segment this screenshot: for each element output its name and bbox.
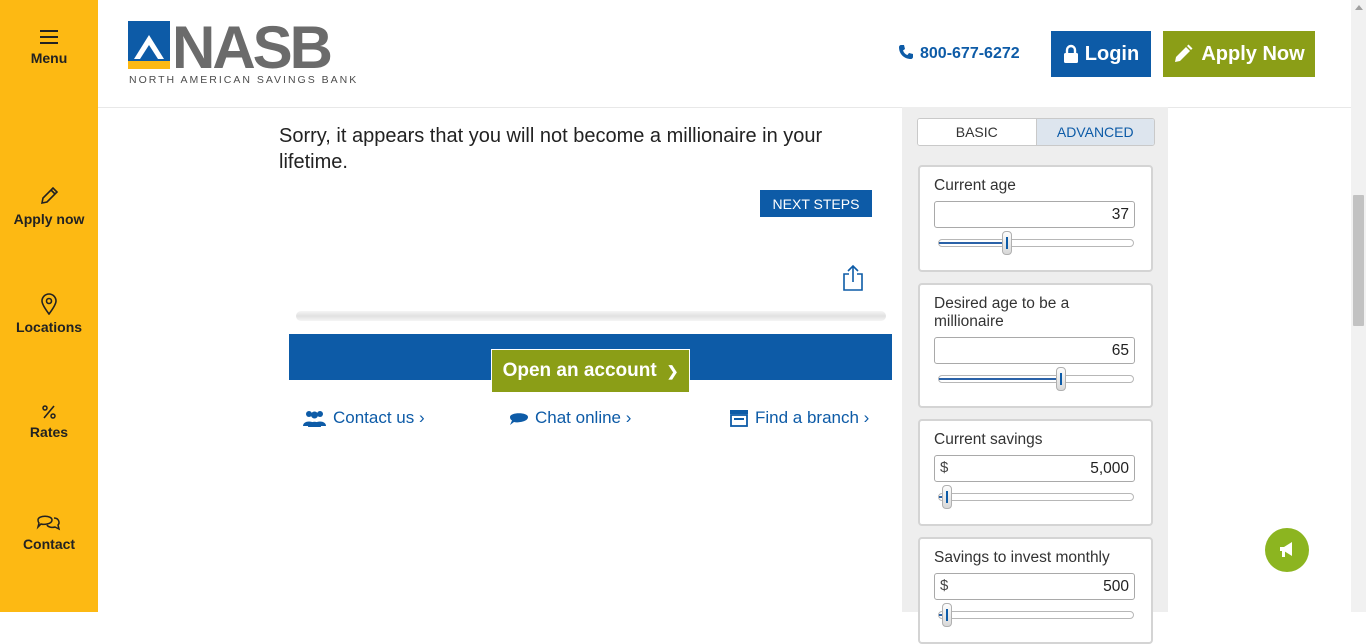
divider (296, 311, 886, 321)
apply-now-button[interactable]: Apply Now (1163, 31, 1315, 77)
field-value: 500 (1103, 578, 1129, 595)
current-savings-input[interactable]: $ 5,000 (934, 455, 1135, 482)
scrollbar-thumb[interactable] (1353, 195, 1364, 326)
result-message: Sorry, it appears that you will not beco… (279, 125, 823, 173)
tab-basic[interactable]: BASIC (918, 119, 1036, 145)
field-value: 5,000 (1090, 460, 1129, 477)
open-account-button[interactable]: Open an account ❯ (491, 349, 690, 393)
login-button[interactable]: Login (1051, 31, 1151, 77)
lock-icon (1063, 44, 1078, 63)
current-age-input[interactable]: 37 (934, 201, 1135, 228)
scroll-up-arrow-icon[interactable] (1355, 5, 1363, 10)
pencil-icon (1175, 44, 1193, 62)
sidebar-item-label: Locations (15, 319, 83, 335)
people-icon (303, 411, 326, 427)
field-value: 65 (1111, 342, 1129, 359)
current-savings-slider[interactable] (938, 485, 1134, 509)
chat-icon (510, 412, 528, 425)
current-savings-card: Current savings $ 5,000 (918, 419, 1153, 526)
monthly-savings-input[interactable]: $ 500 (934, 573, 1135, 600)
map-pin-icon (41, 293, 57, 315)
sidebar-item-label: Menu (30, 50, 68, 66)
slider-fill (939, 378, 1062, 380)
current-age-slider[interactable] (938, 231, 1134, 255)
slider-fill (939, 242, 1007, 244)
monthly-savings-card: Savings to invest monthly $ 500 (918, 537, 1153, 644)
contact-us-label: Contact us › (333, 408, 425, 427)
slider-handle[interactable] (1001, 231, 1012, 255)
contact-us-link[interactable]: Contact us › (302, 408, 425, 428)
sidebar-item-contact[interactable]: Contact (0, 512, 98, 552)
find-a-branch-label: Find a branch › (755, 408, 870, 427)
sidebar-item-label: Rates (29, 424, 69, 440)
feedback-button[interactable] (1265, 528, 1309, 572)
login-label: Login (1084, 42, 1140, 65)
field-label: Desired age to be a millionaire (934, 295, 1070, 330)
open-account-label: Open an account (502, 360, 657, 381)
megaphone-icon (1280, 542, 1292, 557)
sidebar-item-label: Apply now (13, 211, 85, 227)
field-value: 37 (1111, 206, 1129, 223)
pencil-icon (40, 186, 59, 205)
sidebar-item-locations[interactable]: Locations (0, 293, 98, 335)
sidebar-item-rates[interactable]: Rates (0, 404, 98, 440)
slider-handle[interactable] (941, 485, 952, 509)
currency-symbol: $ (940, 577, 949, 594)
chevron-right-icon: ❯ (666, 362, 679, 379)
monthly-savings-slider[interactable] (938, 603, 1134, 627)
left-sidebar: Menu Apply now Locations Rates Contact (0, 0, 98, 612)
next-steps-button[interactable]: NEXT STEPS (760, 190, 872, 217)
chat-bubbles-icon (36, 515, 61, 531)
phone-link[interactable]: 800-677-6272 (898, 44, 1020, 63)
chat-online-label: Chat online › (535, 408, 632, 427)
currency-symbol: $ (940, 459, 949, 476)
chat-online-link[interactable]: Chat online › (509, 408, 631, 428)
site-header: NASB NORTH AMERICAN SAVINGS BANK 800-677… (98, 0, 1351, 108)
page-scrollbar[interactable] (1351, 0, 1366, 612)
sidebar-item-label: Contact (22, 536, 76, 552)
field-label: Current savings (934, 431, 1043, 448)
share-icon[interactable] (841, 264, 865, 292)
tab-advanced[interactable]: ADVANCED (1035, 119, 1154, 145)
current-age-card: Current age 37 (918, 165, 1153, 272)
storefront-icon (730, 410, 748, 427)
desired-age-input[interactable]: 65 (934, 337, 1135, 364)
desired-age-slider[interactable] (938, 367, 1134, 391)
desired-age-card: Desired age to be a millionaire 65 (918, 283, 1153, 408)
slider-handle[interactable] (1056, 367, 1067, 391)
logo-wordmark: NASB (172, 21, 331, 81)
hamburger-icon (40, 30, 58, 44)
find-a-branch-link[interactable]: Find a branch › (729, 408, 869, 428)
phone-icon (899, 45, 913, 59)
sidebar-item-menu[interactable]: Menu (0, 28, 98, 66)
logo-subtitle: NORTH AMERICAN SAVINGS BANK (129, 74, 359, 86)
field-label: Savings to invest monthly (934, 549, 1110, 566)
field-label: Current age (934, 177, 1016, 194)
sidebar-item-apply-now[interactable]: Apply now (0, 185, 98, 227)
calculator-tabs: BASIC ADVANCED (917, 118, 1155, 146)
slider-handle[interactable] (941, 603, 952, 627)
percent-icon (42, 405, 56, 419)
phone-number: 800-677-6272 (920, 45, 1020, 62)
apply-now-label: Apply Now (1201, 42, 1305, 65)
